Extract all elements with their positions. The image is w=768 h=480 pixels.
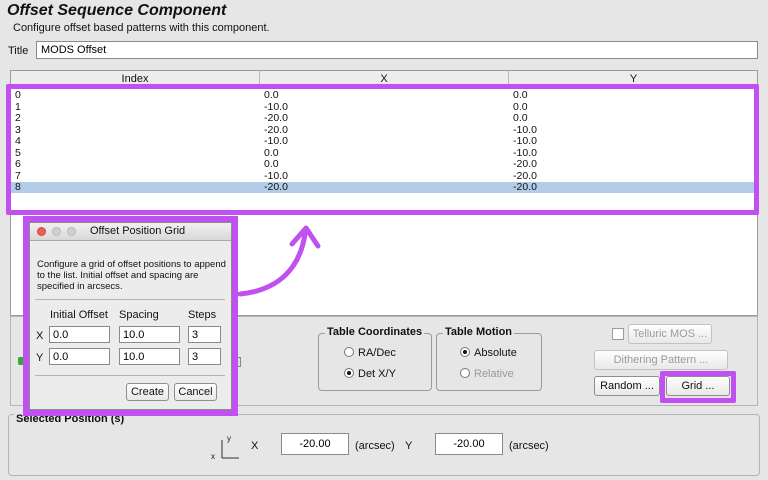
- grid-button-highlight: [660, 371, 736, 403]
- dithering-pattern-button[interactable]: Dithering Pattern ...: [594, 350, 728, 370]
- dialog-separator: [35, 375, 225, 376]
- add-icon[interactable]: [18, 357, 26, 365]
- title-label: Title: [8, 45, 29, 57]
- radio-absolute[interactable]: Absolute: [460, 347, 517, 359]
- selected-y-unit: (arcsec): [509, 440, 549, 452]
- spacing-header: Spacing: [119, 309, 159, 321]
- radio-on-icon: [344, 368, 354, 379]
- title-input[interactable]: [36, 41, 758, 59]
- minimize-icon[interactable]: [52, 227, 61, 236]
- offset-position-grid-dialog: Offset Position Grid Configure a grid of…: [29, 222, 232, 410]
- radio-on-icon: [460, 347, 470, 358]
- grid-x-spacing-input[interactable]: [119, 326, 180, 343]
- remove-icon[interactable]: [233, 357, 241, 367]
- radio-relative[interactable]: Relative: [460, 368, 514, 380]
- telluric-checkbox[interactable]: [612, 328, 624, 340]
- grid-x-initial-input[interactable]: [49, 326, 110, 343]
- steps-header: Steps: [188, 309, 217, 321]
- selected-y-input[interactable]: [435, 433, 503, 455]
- page-title: Offset Sequence Component: [7, 2, 227, 19]
- initial-offset-header: Initial Offset: [50, 309, 108, 321]
- grid-y-steps-input[interactable]: [188, 348, 221, 365]
- axis-y-label: y: [227, 434, 231, 443]
- table-motion-title: Table Motion: [443, 326, 515, 338]
- rows-highlight-box: [6, 84, 759, 215]
- radio-off-icon: [460, 368, 470, 379]
- radio-det-xy[interactable]: Det X/Y: [344, 368, 396, 380]
- page-subtitle: Configure offset based patterns with thi…: [13, 22, 270, 34]
- create-button[interactable]: Create: [126, 383, 169, 401]
- dialog-title-bar[interactable]: Offset Position Grid: [30, 223, 231, 241]
- selected-x-input[interactable]: [281, 433, 349, 455]
- selected-x-label: X: [251, 440, 259, 452]
- grid-y-spacing-input[interactable]: [119, 348, 180, 365]
- table-coordinates-group: Table Coordinates RA/Dec Det X/Y: [318, 326, 432, 391]
- close-icon[interactable]: [37, 227, 46, 236]
- grid-x-label: X: [36, 330, 44, 342]
- radio-off-icon: [344, 347, 354, 358]
- dialog-separator: [35, 299, 225, 300]
- grid-x-steps-input[interactable]: [188, 326, 221, 343]
- dialog-title: Offset Position Grid: [90, 225, 186, 237]
- selected-y-label: Y: [405, 440, 413, 452]
- selected-x-unit: (arcsec): [355, 440, 395, 452]
- zoom-icon[interactable]: [67, 227, 76, 236]
- dialog-description: Configure a grid of offset positions to …: [37, 259, 226, 292]
- annotation-arrow: [237, 225, 321, 297]
- grid-y-label: Y: [36, 352, 44, 364]
- telluric-mos-button[interactable]: Telluric MOS ...: [628, 324, 712, 344]
- axis-x-label: x: [211, 452, 215, 461]
- selected-position-title: Selected Position (s): [14, 413, 127, 425]
- cancel-button[interactable]: Cancel: [174, 383, 217, 401]
- grid-y-initial-input[interactable]: [49, 348, 110, 365]
- random-button[interactable]: Random ...: [594, 376, 660, 396]
- table-coordinates-title: Table Coordinates: [325, 326, 425, 338]
- table-motion-group: Table Motion Absolute Relative: [436, 326, 542, 391]
- radio-ra-dec[interactable]: RA/Dec: [344, 347, 396, 359]
